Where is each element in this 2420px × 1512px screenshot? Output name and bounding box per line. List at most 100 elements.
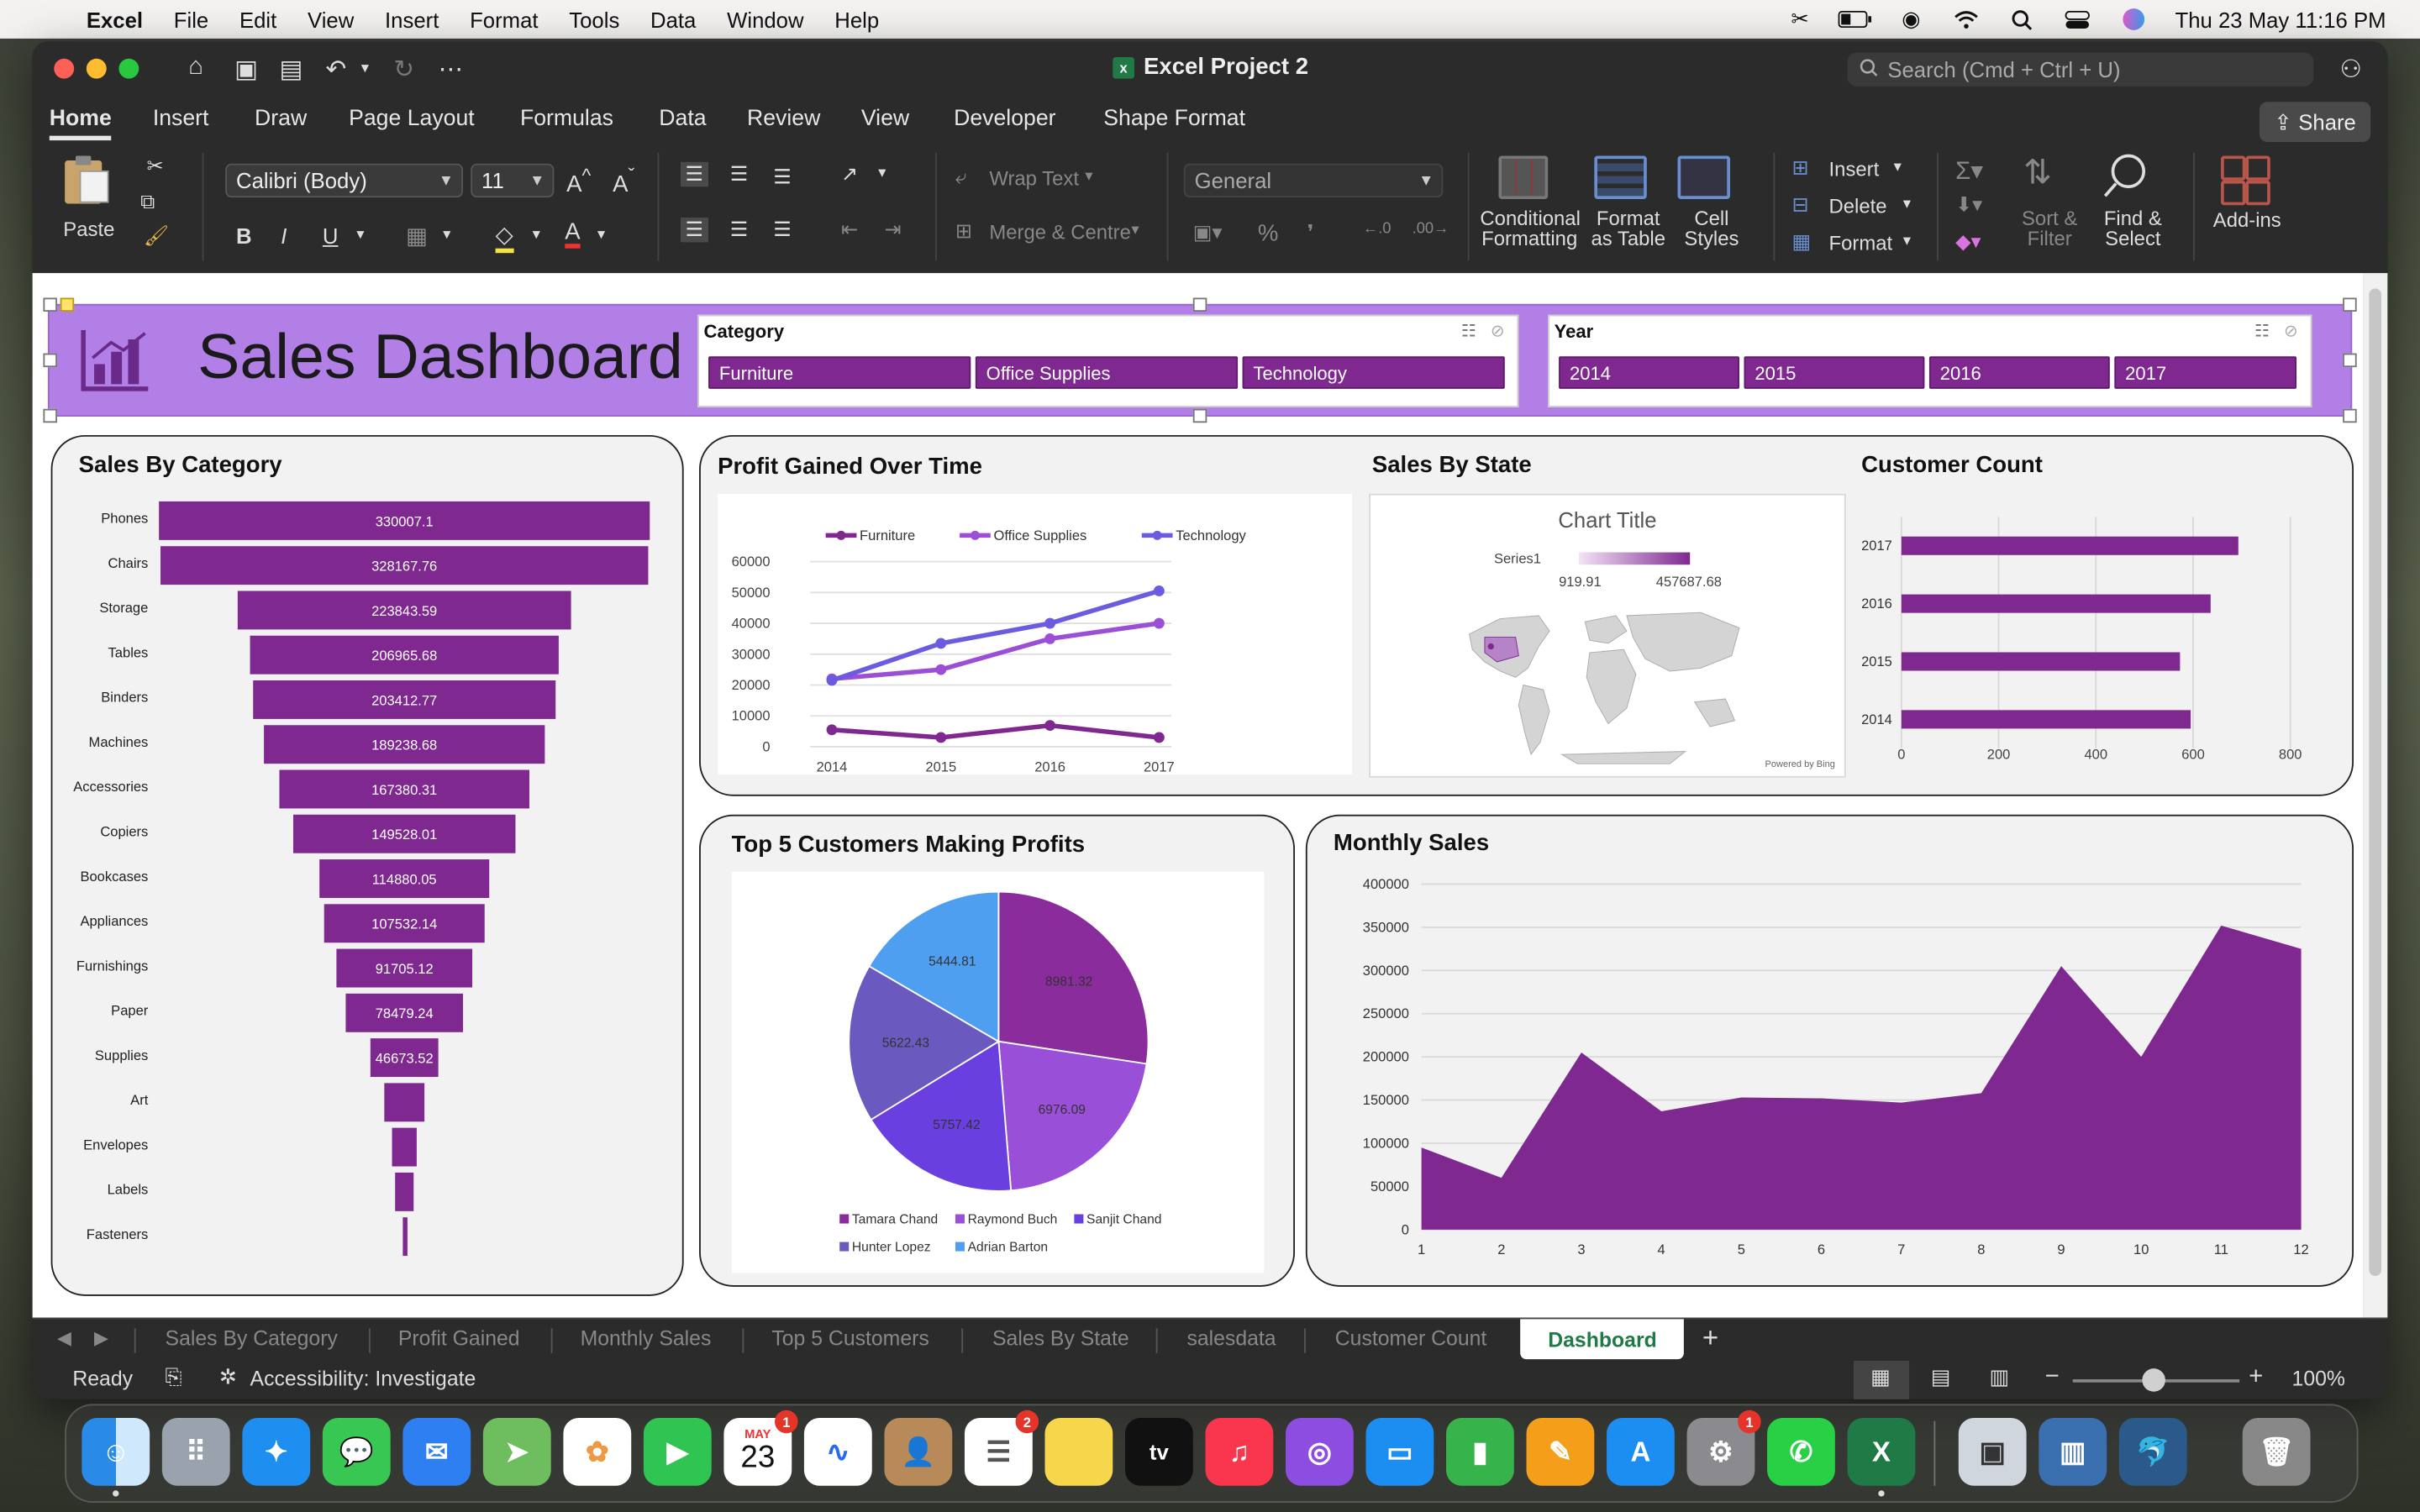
funnel-row[interactable]: Tables 206965.68 [52,633,681,677]
menu-edit[interactable]: Edit [239,7,276,31]
vertical-scrollbar[interactable] [2363,273,2388,1318]
sheet-tab-sales-by-state[interactable]: Sales By State [992,1327,1129,1351]
decrease-indent-icon[interactable]: ⇤ [841,218,858,242]
funnel-row[interactable]: Binders 203412.77 [52,677,681,722]
selection-handle[interactable] [60,297,75,312]
monthly-sales-card[interactable]: Monthly Sales 0 50000 100000 150000 200000 25… [1305,814,2354,1287]
battery-icon[interactable] [1839,8,1872,30]
redo-icon[interactable]: ↻ [393,54,414,85]
tab-developer[interactable]: Developer [954,107,1055,131]
facetime-icon[interactable]: ▶ [643,1417,712,1486]
format-painter-icon[interactable]: 🖌 [144,223,169,248]
funnel-bar[interactable]: 223843.59 [238,591,571,630]
funnel-bar[interactable]: 167380.31 [280,769,529,809]
freeform-icon[interactable]: ∿ [803,1417,872,1486]
number-format-select[interactable]: General ▼ [1183,163,1444,198]
find-select-button[interactable]: Find & Select [2091,153,2175,267]
funnel-bar[interactable] [402,1217,407,1257]
decrease-decimal-icon[interactable]: .00→ [1413,221,1449,238]
close-window-button[interactable] [54,58,75,79]
more-icon[interactable]: ⋯ [439,54,463,85]
whatsapp-icon[interactable]: ✆ [1767,1417,1835,1486]
selection-handle[interactable] [43,408,57,423]
tab-view[interactable]: View [861,107,909,131]
slicer-item-office-supplies[interactable]: Office Supplies [975,356,1239,389]
top-charts-card[interactable]: Profit Gained Over Time 0 10000 20000 30000… [699,434,2354,796]
siri-icon[interactable] [2117,8,2150,30]
underline-button[interactable]: U [323,223,339,248]
undo-icon[interactable]: ↶ [326,54,347,85]
clear-icon[interactable]: ◆▾ [1955,230,1981,255]
next-sheet-icon[interactable]: ▶ [94,1327,108,1349]
maps-icon[interactable]: ➤ [482,1417,551,1486]
tab-formulas[interactable]: Formulas [520,107,613,131]
funnel-row[interactable]: Envelopes [52,1125,681,1169]
multi-select-icon[interactable]: ☷ ⊘ [2254,321,2298,341]
clear-filter-icon[interactable]: ⊘ [2284,323,2298,341]
funnel-bar[interactable] [384,1083,425,1122]
menu-app-name[interactable]: Excel [87,7,143,31]
top5-customers-card[interactable]: Top 5 Customers Making Profits 8981.32 69… [699,814,1296,1287]
cell-styles-button[interactable]: Cell Styles [1671,153,1752,267]
selection-handle[interactable] [1192,297,1207,312]
accessibility-status[interactable]: Accessibility: Investigate [250,1367,476,1390]
italic-button[interactable]: I [281,223,287,248]
sales-by-state-map[interactable]: Chart Title Series1 919.91 457687.68 Pow… [1369,493,1846,778]
funnel-row[interactable]: Supplies 46673.52 [52,1035,681,1079]
podcasts-icon[interactable]: ◎ [1285,1417,1354,1486]
funnel-row[interactable]: Accessories 167380.31 [52,767,681,811]
screen-share-icon[interactable]: ▥ [2039,1417,2107,1486]
scrollbar-thumb[interactable] [2369,288,2382,1276]
zoom-level[interactable]: 100% [2292,1367,2345,1390]
numbers-icon[interactable]: ▮ [1446,1417,1514,1486]
funnel-chart[interactable]: Phones 330007.1 Chairs 328167.76 Storage 2238… [52,498,681,1269]
funnel-row[interactable]: Chairs 328167.76 [52,543,681,588]
minimize-window-button[interactable] [86,58,107,79]
menu-format[interactable]: Format [470,7,538,31]
funnel-bar[interactable]: 203412.77 [253,680,556,719]
sales-by-category-card[interactable]: Sales By Category Phones 330007.1 Chairs 32… [50,434,684,1296]
multi-select-icon[interactable]: ☷ ⊘ [1461,321,1505,341]
preview-icon[interactable]: ▣ [1958,1417,2027,1486]
zoom-slider-knob[interactable] [2142,1368,2165,1392]
user-icon[interactable]: ◉ [1894,6,1928,30]
music-icon[interactable]: ♫ [1205,1417,1274,1486]
safari-icon[interactable]: ✦ [242,1417,311,1486]
funnel-row[interactable]: Bookcases 114880.05 [52,856,681,900]
borders-dropdown-icon[interactable]: ▾ [443,227,450,244]
selection-handle[interactable] [43,353,57,368]
calendar-icon[interactable]: MAY 23 1 [723,1410,798,1486]
apple-tv-icon[interactable]: tv [1124,1417,1193,1486]
orientation-dropdown-icon[interactable]: ▾ [878,165,886,182]
reminders-icon[interactable]: ☰ 2 [964,1410,1039,1486]
top5-pie-chart[interactable]: 8981.32 6976.09 5757.42 5622.43 5444.81 Tamar… [731,871,1265,1273]
funnel-bar[interactable]: 91705.12 [336,948,473,988]
accounting-format-icon[interactable]: ▣▾ [1193,221,1223,245]
tools-icon[interactable]: ✂ [1783,6,1817,30]
dashboard-banner[interactable]: Sales Dashboard Category ☷ ⊘ Furniture O… [47,303,2353,417]
worksheet[interactable]: Sales Dashboard Category ☷ ⊘ Furniture O… [32,273,2364,1318]
selection-handle[interactable] [43,297,57,312]
underline-dropdown-icon[interactable]: ▾ [356,227,364,244]
funnel-row[interactable]: Copiers 149528.01 [52,811,681,856]
control-center-icon[interactable] [2061,8,2095,30]
funnel-row[interactable]: Appliances 107532.14 [52,901,681,946]
menu-tools[interactable]: Tools [569,7,619,31]
menu-help[interactable]: Help [834,7,879,31]
cut-icon[interactable]: ✂ [146,155,163,179]
tab-insert[interactable]: Insert [153,107,209,131]
percent-icon[interactable]: % [1258,221,1279,247]
sheet-tab-salesdata[interactable]: salesdata [1186,1327,1276,1351]
wifi-icon[interactable] [1949,8,1983,30]
fullscreen-window-button[interactable] [118,58,139,79]
contacts-icon[interactable]: 👤 [884,1417,953,1486]
addins-button[interactable]: Add-ins [2208,153,2286,267]
funnel-bar[interactable]: 107532.14 [324,904,485,943]
menu-view[interactable]: View [308,7,354,31]
align-center-icon[interactable]: ☰ [730,218,748,242]
sheet-tab-top-5-customers[interactable]: Top 5 Customers [771,1327,929,1351]
pages-icon[interactable]: ✎ [1526,1417,1595,1486]
tab-home[interactable]: Home [49,107,112,141]
trash-icon[interactable]: 🗑 [2242,1417,2311,1486]
font-name-select[interactable]: Calibri (Body) ▼ [225,163,464,198]
